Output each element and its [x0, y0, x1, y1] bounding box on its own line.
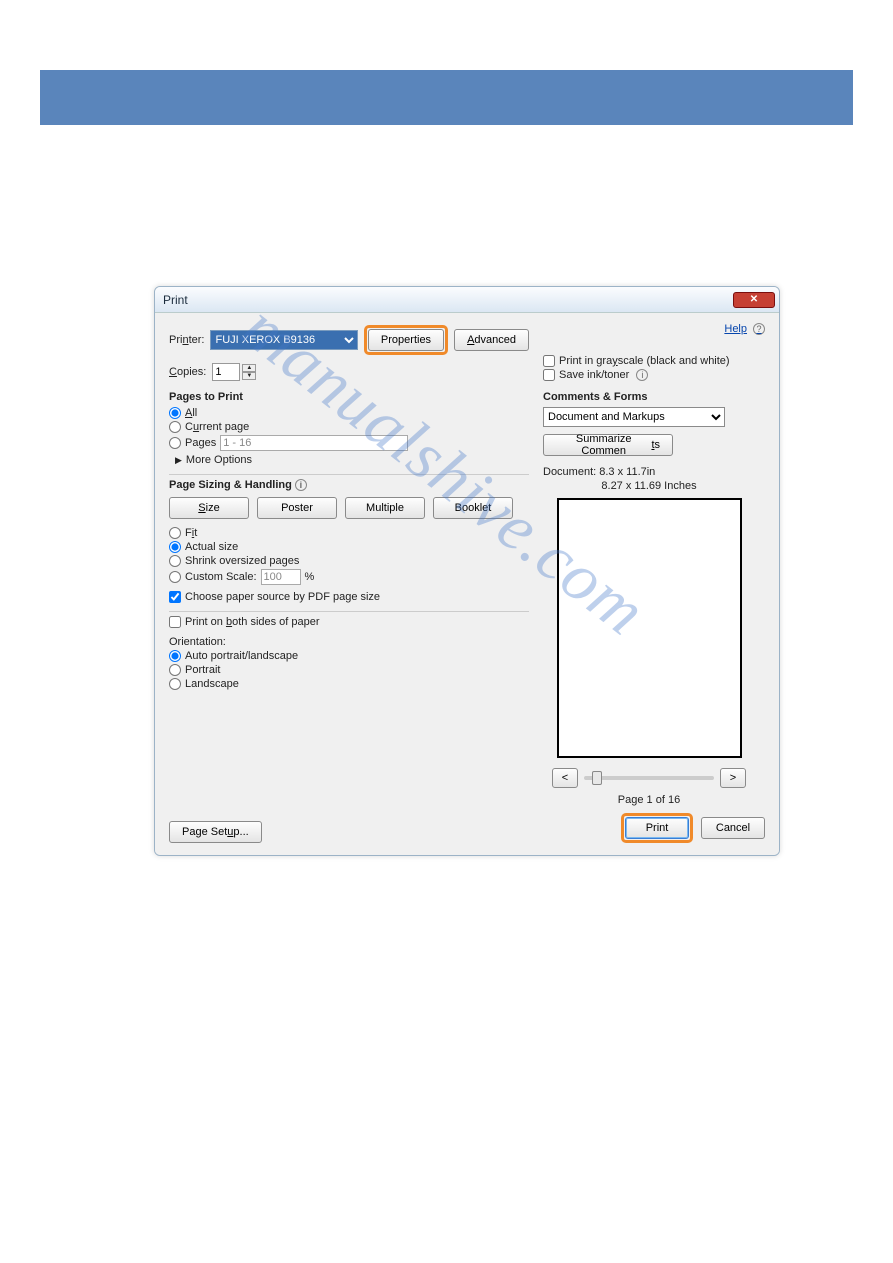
printer-select[interactable]: FUJI XEROX B9136: [210, 330, 357, 350]
close-button[interactable]: ✕: [733, 292, 775, 308]
left-column: Printer: FUJI XEROX B9136 Properties Adv…: [169, 325, 529, 692]
dialog-title: Print: [163, 293, 188, 307]
print-highlight: Print: [621, 813, 693, 843]
page-setup-button[interactable]: Page Setup...: [169, 821, 262, 843]
custom-scale-radio[interactable]: Custom Scale: %: [169, 569, 529, 585]
info-icon[interactable]: i: [295, 479, 307, 491]
duplex-checkbox[interactable]: Print on both sides of paper: [169, 616, 529, 628]
multiple-tab[interactable]: Multiple: [345, 497, 425, 519]
custom-scale-input[interactable]: [261, 569, 301, 585]
size-tab[interactable]: Size: [169, 497, 249, 519]
orientation-label: Orientation:: [169, 636, 529, 648]
document-size-label: Document: 8.3 x 11.7in: [543, 466, 755, 478]
close-icon: ✕: [750, 294, 758, 305]
pages-range-input[interactable]: [220, 435, 408, 451]
properties-highlight: Properties: [364, 325, 448, 355]
prev-page-button[interactable]: <: [552, 768, 578, 788]
actual-size-radio[interactable]: Actual size: [169, 541, 529, 553]
copies-row: Copies: ▲ ▼: [169, 363, 529, 381]
dialog-body: Help ? Printer: FUJI XEROX B9136 Propert…: [155, 313, 779, 855]
spin-down-icon[interactable]: ▼: [242, 372, 256, 380]
fit-radio[interactable]: Fit: [169, 527, 529, 539]
grayscale-checkbox[interactable]: Print in grayscale (black and white): [543, 355, 755, 367]
slider-thumb[interactable]: [592, 771, 602, 785]
dialog-footer: Page Setup... Print Cancel: [169, 813, 765, 843]
sizing-button-group: Size Poster Multiple Booklet: [169, 497, 529, 519]
orientation-portrait-radio[interactable]: Portrait: [169, 664, 529, 676]
triangle-right-icon: ▶: [175, 455, 182, 466]
dialog-titlebar: Print ✕: [155, 287, 779, 313]
zoom-slider[interactable]: [584, 776, 714, 780]
right-column: Print in grayscale (black and white) Sav…: [543, 325, 755, 806]
preview-nav: < >: [543, 768, 755, 788]
sizing-section-title: Page Sizing & Handlingi: [169, 479, 529, 491]
info-icon[interactable]: i: [636, 369, 648, 381]
print-button[interactable]: Print: [625, 817, 689, 839]
printer-row: Printer: FUJI XEROX B9136 Properties Adv…: [169, 325, 529, 355]
advanced-button[interactable]: Advanced: [454, 329, 529, 351]
pages-range-radio[interactable]: Pages: [169, 435, 529, 451]
pages-current-radio[interactable]: Current page: [169, 421, 529, 433]
next-page-button[interactable]: >: [720, 768, 746, 788]
printer-label: Printer:: [169, 334, 204, 346]
print-preview: [557, 498, 742, 758]
summarize-comments-button[interactable]: Summarize Comments: [543, 434, 673, 456]
copies-input[interactable]: [212, 363, 240, 381]
page-indicator: Page 1 of 16: [543, 794, 755, 806]
more-options-toggle[interactable]: ▶More Options: [175, 454, 529, 466]
paper-size-label: 8.27 x 11.69 Inches: [543, 480, 755, 492]
properties-button[interactable]: Properties: [368, 329, 444, 351]
orientation-landscape-radio[interactable]: Landscape: [169, 678, 529, 690]
poster-tab[interactable]: Poster: [257, 497, 337, 519]
comments-forms-select[interactable]: Document and Markups: [543, 407, 725, 427]
copies-label: Copies:: [169, 366, 206, 378]
booklet-tab[interactable]: Booklet: [433, 497, 513, 519]
pages-section-title: Pages to Print: [169, 391, 529, 403]
spin-up-icon[interactable]: ▲: [242, 364, 256, 372]
orientation-auto-radio[interactable]: Auto portrait/landscape: [169, 650, 529, 662]
paper-source-checkbox[interactable]: Choose paper source by PDF page size: [169, 591, 529, 603]
copies-spinner[interactable]: ▲ ▼: [212, 363, 256, 381]
save-ink-checkbox[interactable]: Save ink/toneri: [543, 369, 755, 381]
print-dialog: Print ✕ Help ? Printer: FUJI XEROX B9136…: [154, 286, 780, 856]
page-header-bar: [40, 70, 853, 125]
comments-section-title: Comments & Forms: [543, 391, 755, 403]
shrink-radio[interactable]: Shrink oversized pages: [169, 555, 529, 567]
pages-all-radio[interactable]: All: [169, 407, 529, 419]
cancel-button[interactable]: Cancel: [701, 817, 765, 839]
